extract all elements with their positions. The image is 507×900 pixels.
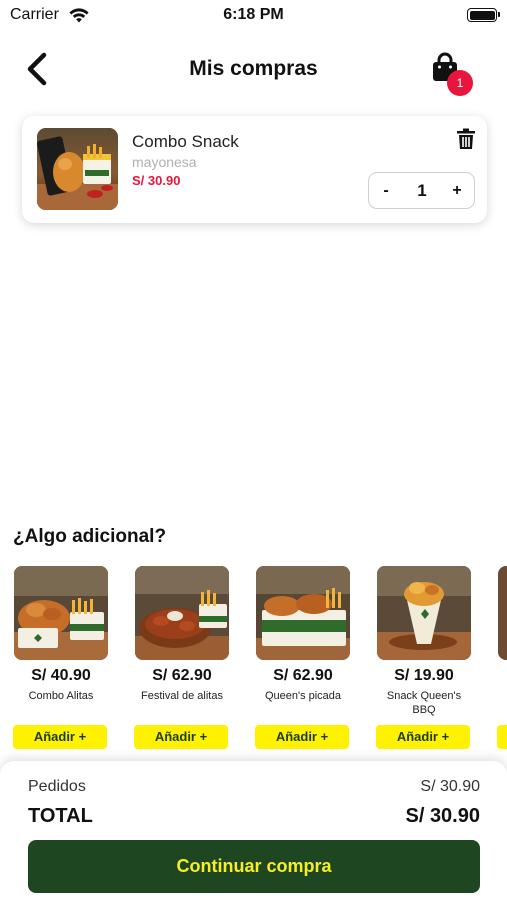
quantity-value: 1 [417,181,427,200]
total-value: S/ 30.90 [405,805,480,827]
header: Mis compras [0,40,507,100]
add-product-button[interactable] [497,725,507,749]
product-price: S/ 40.90 [31,667,91,684]
product-image [377,566,471,660]
total-label: TOTAL [28,805,93,827]
product-card-partial [496,566,507,751]
product-name: Snack Queen's BBQ [386,690,462,716]
product-price: S/ 62.90 [152,667,212,684]
product-image [256,566,350,660]
cart-count-badge: 1 [447,70,473,96]
product-name: Combo Alitas [28,690,94,702]
cart-item-name: Combo Snack [132,132,239,151]
section-title: ¿Algo adicional? [13,526,167,547]
continue-purchase-button[interactable]: Continuar compra [28,840,480,893]
product-card: S/ 40.90 Combo Alitas Añadir + [12,566,112,751]
cart-item-card: Combo Snack mayonesa S/ 30.90 - 1 + [22,116,487,223]
product-image [37,128,118,210]
order-summary: Pedidos S/ 30.90 TOTAL S/ 30.90 Continua… [0,761,507,900]
cart-item-price: S/ 30.90 [132,173,181,188]
decrease-quantity-button[interactable]: - [371,173,401,208]
product-name: Festival de alitas [141,690,223,702]
product-image [498,566,507,660]
add-product-button[interactable]: Añadir + [13,725,107,749]
product-image [135,566,229,660]
increase-quantity-button[interactable]: + [442,173,472,208]
product-price: S/ 19.90 [394,667,454,684]
status-time: 6:18 PM [223,6,284,23]
add-product-button[interactable]: Añadir + [376,725,470,749]
trash-icon [457,128,475,149]
subtotal-label: Pedidos [28,778,86,795]
delete-item-button[interactable] [456,128,476,150]
product-price: S/ 62.90 [273,667,333,684]
quantity-stepper: - 1 + [368,172,475,209]
subtotal-value: S/ 30.90 [420,778,480,795]
add-product-button[interactable]: Añadir + [255,725,349,749]
product-card: S/ 62.90 Queen's picada Añadir + [254,566,354,751]
product-card: S/ 62.90 Festival de alitas Añadir + [133,566,233,751]
product-card: S/ 19.90 Snack Queen's BBQ Añadir + [375,566,475,751]
battery-icon [467,8,500,22]
product-image [14,566,108,660]
product-name: Queen's picada [264,690,342,702]
cart-item-option: mayonesa [132,154,197,170]
add-product-button[interactable]: Añadir + [134,725,228,749]
additional-products-carousel[interactable]: S/ 40.90 Combo Alitas Añadir + S/ 62.90 … [0,566,507,756]
status-bar: Carrier 6:18 PM [0,0,507,30]
